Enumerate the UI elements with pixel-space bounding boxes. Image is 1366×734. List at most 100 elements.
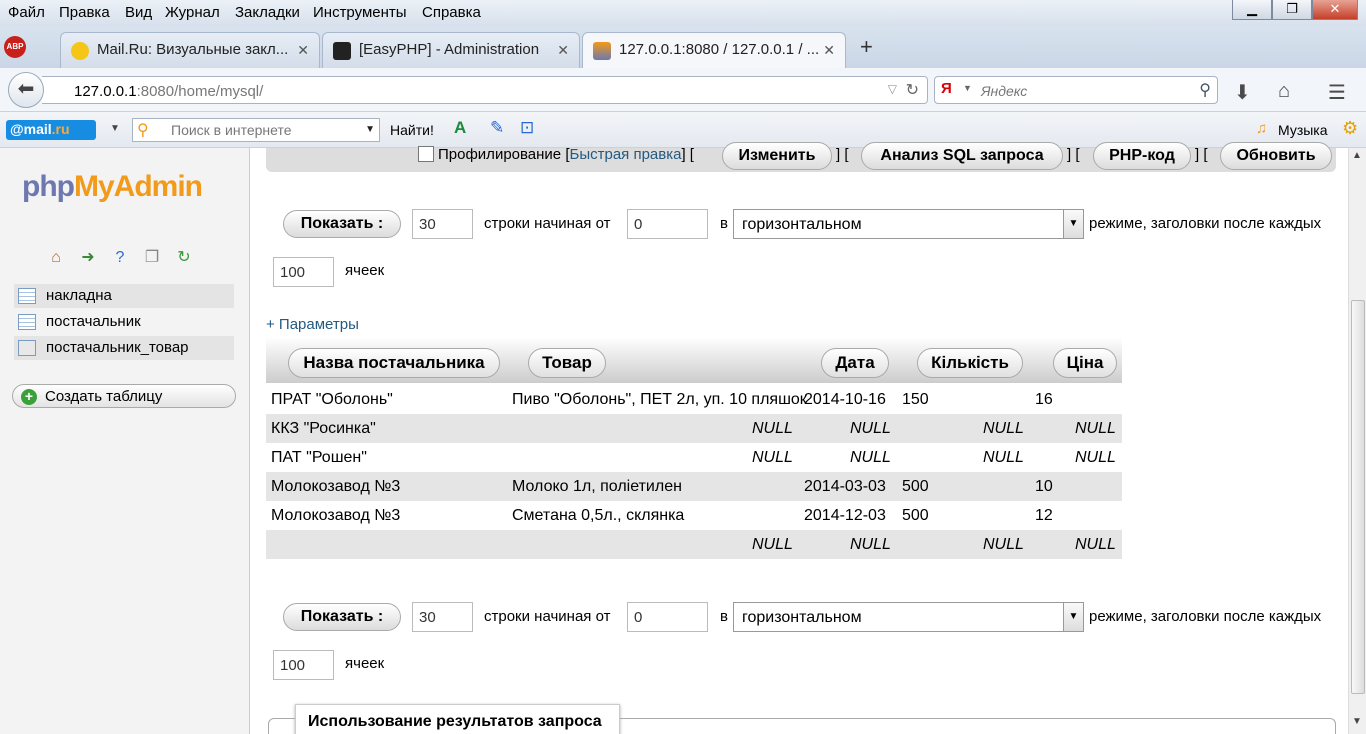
scroll-thumb[interactable] [1351, 300, 1365, 694]
mode-label: режиме, заголовки после каждых [1089, 215, 1322, 232]
create-table-button[interactable]: + Создать таблицу [12, 384, 236, 408]
table-icon [18, 288, 36, 304]
repeat-input[interactable]: 100 [273, 257, 334, 287]
rows-input-bottom[interactable]: 30 [412, 602, 473, 632]
menu-view[interactable]: Вид [125, 4, 152, 21]
home-icon[interactable]: ⌂ [46, 248, 66, 268]
table-row[interactable]: Молокозавод №3 Молоко 1л, поліетилен 201… [266, 472, 1122, 501]
rows-input[interactable]: 30 [412, 209, 473, 239]
cell-date: NULL [850, 536, 891, 553]
home-icon[interactable]: ⌂ [1278, 80, 1290, 103]
pma-quick-icons: ⌂ ➜ ? ❐ ↻ [46, 248, 194, 268]
gear-icon[interactable]: ⚙ [1342, 118, 1358, 139]
mode-select-bottom[interactable]: горизонтальном ▼ [733, 602, 1084, 632]
edit-button[interactable]: Изменить [722, 142, 832, 170]
table-row[interactable]: NULL NULL NULL NULL [266, 530, 1122, 559]
scroll-up-icon[interactable]: ▲ [1352, 150, 1362, 161]
chevron-down-icon[interactable]: ▼ [110, 123, 120, 134]
back-button[interactable]: ⬅ [8, 72, 44, 108]
tab-phpmyadmin[interactable]: 127.0.0.1:8080 / 127.0.0.1 / ... ✕ [582, 32, 846, 68]
table-row[interactable]: Молокозавод №3 Сметана 0,5л., склянка 20… [266, 501, 1122, 530]
menu-bar: Файл Правка Вид Журнал Закладки Инструме… [0, 0, 1366, 26]
cell-supplier: ККЗ "Росинка" [271, 420, 376, 437]
scroll-down-icon[interactable]: ▼ [1352, 716, 1362, 727]
menu-history[interactable]: Журнал [165, 4, 220, 21]
phpmyadmin-logo[interactable]: phpMyAdmin [22, 170, 203, 204]
refresh-icon[interactable]: ↻ [174, 248, 194, 268]
minimize-button[interactable]: ▁ [1232, 0, 1272, 20]
show-button[interactable]: Показать : [283, 210, 401, 238]
chevron-down-icon[interactable]: ▼ [963, 83, 972, 93]
mode-value: горизонтальном [742, 216, 862, 233]
cell-product: Сметана 0,5л., склянка [512, 507, 685, 524]
menu-file[interactable]: Файл [8, 4, 45, 21]
reload-icon[interactable]: ↻ [906, 80, 919, 100]
docs-icon[interactable]: ❐ [142, 248, 162, 268]
highlighter-icon[interactable]: ✎ [490, 118, 504, 138]
navigation-pane: phpMyAdmin ⌂ ➜ ? ❐ ↻ накладна постачальн… [0, 148, 250, 734]
download-icon[interactable]: ⬇ [1234, 80, 1251, 105]
show-button-bottom[interactable]: Показать : [283, 603, 401, 631]
tab-mailru[interactable]: Mail.Ru: Визуальные закл... ✕ [60, 32, 320, 68]
params-link[interactable]: + Параметры [266, 316, 359, 333]
dropdown-icon[interactable]: ▽ [888, 82, 897, 96]
refresh-button[interactable]: Обновить [1220, 142, 1332, 170]
new-tab-button[interactable]: + [860, 34, 873, 60]
table-row[interactable]: ККЗ "Росинка" NULL NULL NULL NULL [266, 414, 1122, 443]
table-item-nakladna[interactable]: накладна [14, 284, 234, 308]
search-input[interactable]: Я ▼ Яндекс ⚲ [934, 76, 1218, 104]
analyze-sql-button[interactable]: Анализ SQL запроса [861, 142, 1063, 170]
menu-edit[interactable]: Правка [59, 4, 110, 21]
search-icon[interactable]: ⚲ [1199, 80, 1211, 100]
page-scrollbar[interactable]: ▲ ▼ [1348, 148, 1366, 734]
zoom-icon[interactable]: ⊡ [520, 118, 534, 138]
mode-value: горизонтальном [742, 609, 862, 626]
php-code-button[interactable]: PHP-код [1093, 142, 1191, 170]
navigation-bar: 127.0.0.1:8080/home/mysql/ ▽ ↻ ⬅ Я ▼ Янд… [0, 68, 1366, 112]
start-input-bottom[interactable]: 0 [627, 602, 708, 632]
tab-label: [EasyPHP] - Administration [359, 41, 540, 58]
menu-help[interactable]: Справка [422, 4, 481, 21]
mailru-search-placeholder: Поиск в интернете [171, 122, 292, 138]
bracket-text: ] [ [1067, 146, 1080, 163]
col-date[interactable]: Дата [821, 348, 889, 378]
mailru-search-input[interactable]: ⚲ Поиск в интернете ▼ [132, 118, 380, 142]
mode-label: режиме, заголовки после каждых [1089, 608, 1322, 625]
tab-easyphp[interactable]: [EasyPHP] - Administration ✕ [322, 32, 580, 68]
text-size-icon[interactable]: A [454, 118, 466, 138]
repeat-input-bottom[interactable]: 100 [273, 650, 334, 680]
adblock-icon[interactable]: ABP [4, 36, 26, 58]
chevron-down-icon[interactable]: ▼ [365, 124, 375, 135]
col-supplier-name[interactable]: Назва постачальника [288, 348, 500, 378]
easyphp-favicon-icon [333, 42, 351, 60]
table-row[interactable]: ПРАТ "Оболонь" Пиво "Оболонь", ПЕТ 2л, у… [266, 385, 1122, 414]
maximize-button[interactable]: ❐ [1272, 0, 1312, 20]
menu-bookmarks[interactable]: Закладки [235, 4, 300, 21]
table-row[interactable]: ПАТ "Рошен" NULL NULL NULL NULL [266, 443, 1122, 472]
col-product[interactable]: Товар [528, 348, 606, 378]
music-button[interactable]: Музыка [1278, 122, 1328, 138]
url-input[interactable]: 127.0.0.1:8080/home/mysql/ ▽ ↻ [42, 76, 928, 104]
close-window-button[interactable]: ✕ [1312, 0, 1358, 20]
cell-date: 2014-12-03 [804, 507, 886, 524]
menu-tools[interactable]: Инструменты [313, 4, 407, 21]
start-input[interactable]: 0 [627, 209, 708, 239]
find-button[interactable]: Найти! [390, 122, 434, 138]
menu-icon[interactable]: ☰ [1328, 80, 1346, 105]
table-item-postachalnyk-tovar[interactable]: постачальник_товар [14, 336, 234, 360]
profiling-checkbox[interactable] [418, 146, 434, 162]
tab-close-icon[interactable]: ✕ [823, 42, 835, 59]
help-icon[interactable]: ? [110, 248, 130, 268]
table-item-postachalnyk[interactable]: постачальник [14, 310, 234, 334]
col-price[interactable]: Ціна [1053, 348, 1117, 378]
music-icon: ♫ [1256, 120, 1268, 137]
cell-price: 10 [1035, 478, 1053, 495]
col-quantity[interactable]: Кількість [917, 348, 1023, 378]
mode-select[interactable]: горизонтальном ▼ [733, 209, 1084, 239]
logout-icon[interactable]: ➜ [78, 248, 98, 268]
cell-product: Молоко 1л, поліетилен [512, 478, 682, 495]
mailru-logo[interactable]: @mail.ru [6, 120, 96, 140]
quick-edit-link[interactable]: Быстрая правка [569, 146, 681, 163]
tab-close-icon[interactable]: ✕ [297, 42, 309, 59]
tab-close-icon[interactable]: ✕ [557, 42, 569, 59]
